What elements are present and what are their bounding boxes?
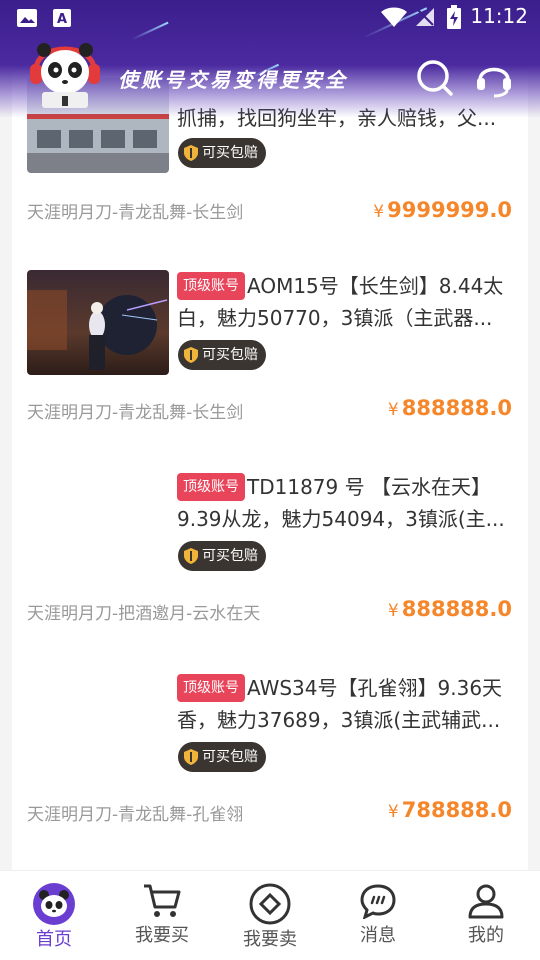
shield-icon (184, 548, 198, 564)
wifi-icon (381, 7, 407, 27)
status-bar: A 11:12 (0, 0, 540, 36)
search-icon[interactable] (415, 58, 455, 98)
listing-price: ¥888888.0 (387, 396, 512, 420)
battery-charging-icon (447, 5, 461, 29)
chat-bubble-icon (360, 884, 396, 919)
guarantee-label: 可买包赔 (202, 347, 258, 363)
text-a-icon: A (53, 9, 71, 27)
listing-title-line1: TD11879 号 【云水在天】 (247, 475, 491, 499)
no-signal-icon (416, 8, 434, 26)
listing-thumbnail[interactable] (27, 471, 169, 576)
nav-buy[interactable]: 我要买 (108, 871, 216, 960)
nav-label: 我的 (468, 925, 504, 946)
list-item[interactable]: 顶级账号 AOM15号【长生剑】8.44太 白，魅力50770，3镇派（主武器.… (12, 270, 528, 470)
nav-messages[interactable]: 消息 (324, 871, 432, 960)
nav-label: 我要买 (135, 925, 189, 946)
listing-thumbnail[interactable] (27, 672, 169, 777)
listing-category: 天涯明月刀-把酒邀月-云水在天 (27, 604, 261, 624)
list-item[interactable]: 顶级账号 AWS34号【孔雀翎】9.36天 香，魅力37689，3镇派(主武辅武… (12, 672, 528, 870)
nav-profile[interactable]: 我的 (432, 871, 540, 960)
list-item[interactable]: 顶级账号 TD11879 号 【云水在天】 9.39从龙，魅力54094，3镇派… (12, 471, 528, 671)
listing-title[interactable]: TD11879 号 【云水在天】 9.39从龙，魅力54094，3镇派(主... (177, 471, 512, 535)
shield-icon (184, 749, 198, 765)
nav-label: 消息 (360, 925, 396, 946)
listing-category: 天涯明月刀-青龙乱舞-孔雀翎 (27, 805, 244, 825)
user-icon (468, 884, 504, 919)
listing-list[interactable]: 抓捕，找回狗坐牢，亲人赔钱，父... 可买包赔 天涯明月刀-青龙乱舞-长生剑 ¥… (12, 0, 528, 870)
shield-icon (184, 347, 198, 363)
header-slogan: 使账号交易变得更安全 (118, 68, 348, 92)
status-time: 11:12 (470, 4, 528, 28)
nav-label: 首页 (36, 929, 72, 950)
listing-title[interactable]: AWS34号【孔雀翎】9.36天 香，魅力37689，3镇派(主武辅武... (177, 672, 512, 736)
nav-home[interactable]: 首页 (0, 871, 108, 960)
nav-sell[interactable]: 我要卖 (216, 871, 324, 960)
listing-title[interactable]: AOM15号【长生剑】8.44太 白，魅力50770，3镇派（主武器... (177, 270, 512, 334)
gallery-icon (17, 9, 37, 27)
sell-circle-icon (249, 883, 291, 925)
guarantee-label: 可买包赔 (202, 145, 258, 161)
listing-price: ¥788888.0 (387, 798, 512, 822)
guarantee-badge: 可买包赔 (178, 742, 266, 772)
listing-price: ¥9999999.0 (373, 198, 512, 222)
listing-title-line2: 9.39从龙，魅力54094，3镇派(主... (177, 507, 505, 531)
listing-title-line2: 白，魅力50770，3镇派（主武器... (177, 306, 493, 330)
bottom-nav: 首页 我要买 我要卖 消息 我的 (0, 870, 540, 960)
nav-label: 我要卖 (243, 929, 297, 950)
svg-text:A: A (57, 12, 67, 27)
listing-title-line1: AOM15号【长生剑】8.44太 (247, 274, 504, 298)
screen: 抓捕，找回狗坐牢，亲人赔钱，父... 可买包赔 天涯明月刀-青龙乱舞-长生剑 ¥… (0, 0, 540, 960)
listing-title-line2: 香，魅力37689，3镇派(主武辅武... (177, 708, 501, 732)
customer-service-icon[interactable] (474, 58, 514, 98)
listing-thumbnail[interactable] (27, 270, 169, 375)
guarantee-label: 可买包赔 (202, 749, 258, 765)
listing-price: ¥888888.0 (387, 597, 512, 621)
app-header: A 11:12 使账号交易变得更安全 (0, 0, 540, 118)
guarantee-label: 可买包赔 (202, 548, 258, 564)
panda-home-icon (33, 883, 75, 925)
panda-mascot-logo (30, 43, 100, 108)
guarantee-badge: 可买包赔 (178, 541, 266, 571)
guarantee-badge: 可买包赔 (178, 340, 266, 370)
listing-title-line1: AWS34号【孔雀翎】9.36天 (247, 676, 503, 700)
listing-category: 天涯明月刀-青龙乱舞-长生剑 (27, 403, 244, 423)
listing-category: 天涯明月刀-青龙乱舞-长生剑 (27, 203, 244, 223)
shield-icon (184, 145, 198, 161)
guarantee-badge: 可买包赔 (178, 138, 266, 168)
cart-icon (144, 884, 181, 917)
